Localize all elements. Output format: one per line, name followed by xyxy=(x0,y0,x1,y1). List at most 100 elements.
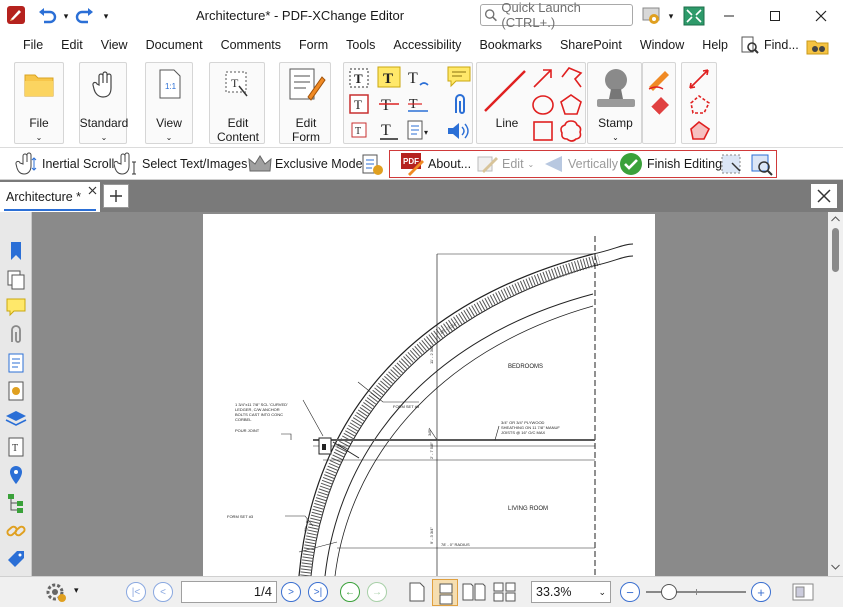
strikeout-icon[interactable]: T xyxy=(378,93,400,115)
tags-icon[interactable] xyxy=(5,548,27,570)
standard-button[interactable]: Standard ⌄ xyxy=(79,62,128,144)
maximize-button[interactable] xyxy=(752,0,798,32)
line-tool-icon[interactable] xyxy=(481,67,529,115)
perimeter-icon[interactable] xyxy=(687,93,713,117)
scroll-thumb[interactable] xyxy=(832,228,839,272)
select-area-icon[interactable] xyxy=(720,153,744,177)
fields-icon[interactable]: T xyxy=(5,436,27,458)
quick-launch-input[interactable]: Quick Launch (CTRL+.) xyxy=(480,0,633,30)
menu-file[interactable]: File xyxy=(14,32,52,58)
about-button[interactable]: PDF About... xyxy=(400,152,471,176)
scroll-down-icon[interactable] xyxy=(831,564,840,570)
tab-architecture[interactable]: Architecture * xyxy=(0,182,100,212)
vertically-button[interactable]: Vertically xyxy=(542,152,618,176)
bookmarks-icon[interactable] xyxy=(5,240,27,262)
fullscreen-button[interactable] xyxy=(682,6,706,26)
menu-window[interactable]: Window xyxy=(631,32,693,58)
new-tab-button[interactable] xyxy=(103,184,129,208)
polygon-tool-icon[interactable] xyxy=(559,93,583,117)
vertical-scrollbar[interactable] xyxy=(828,212,843,576)
zoom-out-button[interactable]: − xyxy=(620,582,640,602)
menu-bookmarks[interactable]: Bookmarks xyxy=(470,32,551,58)
inertial-scroll-button[interactable]: Inertial Scroll xyxy=(14,152,114,176)
forward-button[interactable]: → xyxy=(367,582,387,602)
stamp-button[interactable]: Stamp ⌄ xyxy=(587,62,642,144)
menu-edit[interactable]: Edit xyxy=(52,32,92,58)
text-callout-icon[interactable]: T xyxy=(406,67,430,89)
settings-button[interactable] xyxy=(640,6,664,26)
pencil-icon[interactable] xyxy=(647,67,673,91)
settings-dropdown-icon[interactable]: ▾ xyxy=(666,6,676,26)
minimize-button[interactable] xyxy=(706,0,752,32)
status-gear-dropdown-icon[interactable]: ▾ xyxy=(74,585,79,596)
menu-sharepoint[interactable]: SharePoint xyxy=(551,32,631,58)
polyline-tool-icon[interactable] xyxy=(559,65,585,89)
two-page-icon[interactable] xyxy=(461,581,487,603)
typewriter-icon[interactable]: T xyxy=(348,67,370,89)
cloud-tool-icon[interactable] xyxy=(559,119,583,143)
pdf-page[interactable]: BEDROOMS LIVING ROOM 1 3/4"x11 7/8" SCL … xyxy=(203,214,655,583)
comment-note-icon[interactable] xyxy=(446,65,472,89)
edit-form-button[interactable]: Edit Form xyxy=(279,62,331,144)
finish-editing-button[interactable]: Finish Editing xyxy=(619,152,722,176)
arrow-tool-icon[interactable] xyxy=(531,67,555,89)
replace-text-icon[interactable]: T xyxy=(406,93,430,115)
underline-icon[interactable]: T xyxy=(378,119,400,141)
back-button[interactable]: ← xyxy=(340,582,360,602)
destinations-icon[interactable] xyxy=(5,464,27,486)
menu-form[interactable]: Form xyxy=(290,32,337,58)
comments-icon[interactable] xyxy=(5,296,27,318)
find-button[interactable]: Find... xyxy=(740,35,799,55)
menu-view[interactable]: View xyxy=(92,32,137,58)
previous-page-button[interactable]: < xyxy=(153,582,173,602)
attachment-icon[interactable] xyxy=(450,93,468,117)
text-stamp-icon[interactable]: T xyxy=(348,119,370,141)
thumbnails-icon[interactable] xyxy=(5,268,27,290)
two-page-continuous-icon[interactable] xyxy=(492,581,518,603)
ellipse-tool-icon[interactable] xyxy=(531,93,555,117)
folder-binoculars-icon[interactable] xyxy=(806,36,830,56)
exclusive-mode-button[interactable]: Exclusive Mode xyxy=(247,152,363,176)
zoom-level-select[interactable]: 33.3% ⌄ xyxy=(531,581,611,603)
eraser-icon[interactable] xyxy=(647,93,673,115)
scroll-up-icon[interactable] xyxy=(831,216,840,222)
text-highlight-icon[interactable]: T xyxy=(376,65,402,89)
text-list-icon[interactable]: ▾ xyxy=(406,119,434,141)
first-page-button[interactable]: |< xyxy=(126,582,146,602)
file-button[interactable]: File ⌄ xyxy=(14,62,64,144)
rectangle-tool-icon[interactable] xyxy=(531,119,555,143)
menu-comments[interactable]: Comments xyxy=(212,32,290,58)
zoom-slider-thumb[interactable] xyxy=(661,584,677,600)
links-icon[interactable] xyxy=(5,520,27,542)
document-viewer[interactable]: BEDROOMS LIVING ROOM 1 3/4"x11 7/8" SCL … xyxy=(32,212,828,583)
attachments-icon[interactable] xyxy=(5,324,27,346)
continuous-view-button[interactable] xyxy=(432,579,458,606)
next-page-button[interactable]: > xyxy=(281,582,301,602)
textbox-icon[interactable]: T xyxy=(348,93,370,115)
menu-document[interactable]: Document xyxy=(137,32,212,58)
panel-toggle-icon[interactable] xyxy=(792,583,814,601)
edit-button[interactable]: Edit ⌄ xyxy=(476,152,534,176)
edit-content-button[interactable]: T Edit Content xyxy=(209,62,265,144)
close-document-button[interactable] xyxy=(811,184,837,208)
area-icon[interactable] xyxy=(687,119,713,143)
status-gear-icon[interactable] xyxy=(44,581,68,603)
zoom-in-button[interactable]: + xyxy=(751,582,771,602)
view-button[interactable]: 1:1 View ⌄ xyxy=(145,62,193,144)
form-options-icon[interactable] xyxy=(361,153,385,177)
sound-icon[interactable] xyxy=(446,121,472,141)
last-page-button[interactable]: >| xyxy=(308,582,328,602)
page-content-icon[interactable] xyxy=(5,352,27,374)
layers-icon[interactable] xyxy=(5,408,27,430)
distance-icon[interactable] xyxy=(687,67,713,91)
zoom-region-icon[interactable] xyxy=(750,153,774,177)
signatures-icon[interactable] xyxy=(5,380,27,402)
tab-close-icon[interactable] xyxy=(88,186,97,195)
page-number-input[interactable]: 1/4 xyxy=(181,581,277,603)
select-text-images-button[interactable]: Select Text/Images xyxy=(114,152,247,176)
menu-accessibility[interactable]: Accessibility xyxy=(384,32,470,58)
menu-help[interactable]: Help xyxy=(693,32,737,58)
single-page-icon[interactable] xyxy=(408,581,426,603)
close-window-button[interactable] xyxy=(798,0,843,32)
structure-icon[interactable] xyxy=(5,492,27,514)
